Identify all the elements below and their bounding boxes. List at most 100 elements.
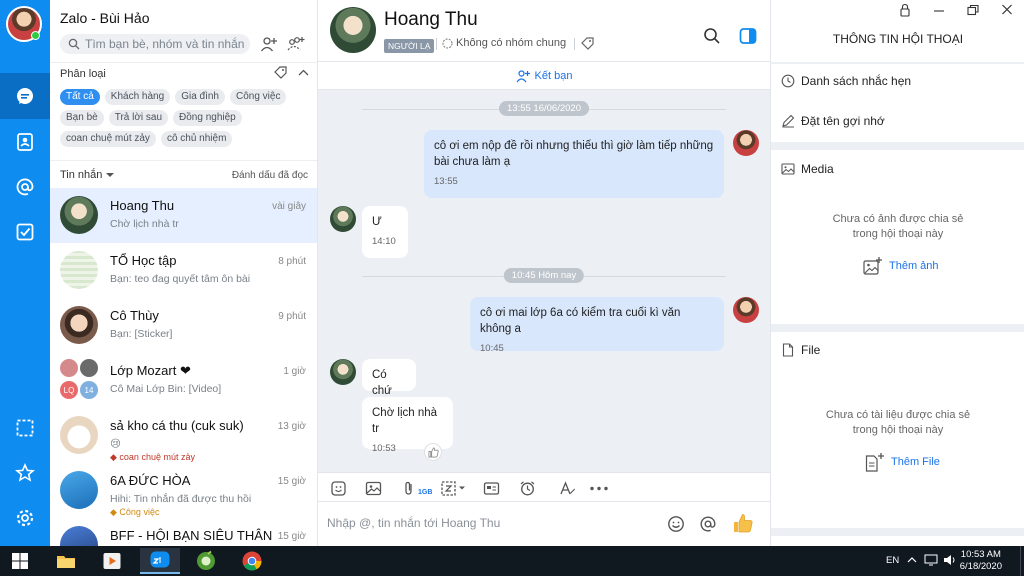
minimize-icon[interactable] [931,3,947,17]
add-friend-button[interactable] [258,33,280,55]
chevron-up-icon[interactable] [907,555,917,565]
lock-icon[interactable] [897,3,913,17]
message-bubble-incoming[interactable]: Ư 14:10 [362,206,408,258]
conversation-item[interactable]: LQ 14 Lớp Mozart ❤ 1 giờ Cô Mai Lớp Bin: [Vi… [50,353,317,408]
tag-filter-pill[interactable]: Tất cả [60,89,100,105]
send-image-button[interactable] [365,479,382,497]
emoji-icon[interactable] [666,514,686,534]
image-icon [781,163,795,175]
close-icon[interactable] [999,3,1015,17]
conversation-preview: Hihi: Tin nhắn đã được thu hồi [110,493,252,505]
message-input[interactable] [327,516,657,530]
quick-like-icon[interactable] [732,512,754,534]
conversation-time: 8 phút [278,256,306,267]
mention-icon[interactable] [698,514,718,534]
show-desktop-button[interactable] [1020,546,1024,576]
conversation-item[interactable]: BFF - HỘI BẠN SIÊU THÂN 15 giờ [50,518,317,546]
add-file-button[interactable]: Thêm File [865,452,940,472]
contact-avatar[interactable] [330,7,376,53]
conversation-item[interactable]: TỔ Học tập 8 phút Bạn: teo đag quyết tâm ô… [50,243,317,298]
media-player-taskbar-button[interactable] [92,548,132,574]
set-nickname-link[interactable]: Đặt tên gợi nhớ [781,114,885,128]
media-section: Media Chưa có ảnh được chia sẻ trong hội… [771,150,1024,324]
tag-filter-pill[interactable]: cô chủ nhiệm [160,131,233,147]
tag-filter-pill[interactable]: Bạn bè [60,110,104,126]
chrome-taskbar-button[interactable] [232,548,272,574]
common-groups-info[interactable]: Không có nhóm chung [442,37,566,49]
coccoc-taskbar-button[interactable] [186,548,226,574]
search-box[interactable] [60,34,250,54]
conversation-item[interactable]: Hoang Thu vài giây Chờ lịch nhà tr [50,188,317,243]
conversation-item[interactable]: Cô Thùy 9 phút Bạn: [Sticker] [50,298,317,353]
nav-favorites-button[interactable] [0,450,50,496]
conversation-item[interactable]: 6A ĐỨC HÒA 15 giờ Hihi: Tin nhắn đã được t… [50,463,317,518]
more-options-button[interactable] [589,479,609,497]
volume-icon[interactable] [943,554,957,566]
message-bubble-outgoing[interactable]: cô ơi em nộp đề rồi nhưng thiếu thì giờ … [424,130,724,198]
screenshot-tool-button[interactable] [440,479,466,497]
nav-mentions-button[interactable] [0,164,50,210]
conversation-name: Hoang Thu [110,198,175,213]
reminders-link[interactable]: Danh sách nhắc hẹn [781,74,911,88]
message-time: 13:55 [434,176,458,187]
messages-filter-dropdown[interactable]: Tin nhắn [60,169,115,181]
conversation-avatar [60,471,98,509]
search-input[interactable] [85,37,245,51]
restore-icon[interactable] [965,3,981,17]
tag-icon: ◆ [110,507,120,517]
mark-all-read-link[interactable]: Đánh dấu đã đọc [232,170,308,181]
my-avatar [733,297,759,323]
nav-screenshot-button[interactable] [0,405,50,451]
file-empty-text: Chưa có tài liệu được chia sẻ trong hội … [825,409,971,436]
conversation-time: 9 phút [278,311,306,322]
tag-filter-pill[interactable]: Đồng nghiệp [173,110,242,126]
search-icon[interactable] [702,26,722,46]
file-header[interactable]: File [781,343,820,357]
alarm-clock-icon [520,480,535,495]
toggle-info-panel-icon[interactable] [738,26,758,46]
conversation-preview: Chờ lịch nhà tr [110,218,179,230]
zalo-taskbar-button[interactable] [140,548,180,574]
contact-avatar-small[interactable] [330,206,356,232]
file-explorer-taskbar-button[interactable] [46,548,86,574]
nav-messages-button[interactable] [0,73,50,119]
system-clock[interactable]: 10:53 AM 6/18/2020 [960,549,1002,573]
add-friend-bar[interactable]: Kết bạn [318,62,770,90]
contact-avatar-small[interactable] [330,359,356,385]
tag-filter-pill[interactable]: Công việc [230,89,287,105]
message-bubble-incoming[interactable]: Chờ lịch nhà tr 10:53 [362,397,453,454]
attach-file-button[interactable]: 1GB [400,479,432,497]
media-header[interactable]: Media [781,162,834,176]
message-composer [318,502,770,546]
text-format-button[interactable] [559,479,576,497]
tag-filter-pill[interactable]: Gia đình [175,89,225,105]
tag-icon[interactable] [581,37,594,50]
network-icon[interactable] [924,554,938,566]
chevron-up-icon[interactable] [297,66,310,79]
conversation-name: 6A ĐỨC HÒA [110,473,191,488]
tag-filter-pill[interactable]: Trả lời sau [108,110,169,126]
business-card-button[interactable] [483,479,500,497]
nav-todo-button[interactable] [0,209,50,255]
nav-settings-button[interactable] [0,495,50,541]
message-bubble-outgoing[interactable]: cô ơi mai lớp 6a có kiểm tra cuối kì văn… [470,297,724,354]
message-time: 14:10 [372,236,396,247]
reminder-button[interactable] [519,479,536,497]
tag-settings-icon[interactable] [274,66,287,79]
language-indicator[interactable]: EN [886,555,899,566]
conversation-info-panel: THÔNG TIN HỘI THOẠI Danh sách nhắc hẹn Đ… [770,0,1024,546]
add-photo-button[interactable]: Thêm ảnh [863,256,939,276]
start-button[interactable] [0,548,40,574]
chat-bubble-icon [17,88,33,104]
react-button[interactable] [424,443,442,461]
nav-contacts-button[interactable] [0,119,50,165]
sticker-button[interactable] [330,479,347,497]
create-group-button[interactable] [285,33,307,55]
add-file-icon [865,453,884,472]
conversation-item[interactable]: sả kho cá thu (cuk suk) 13 giờ 😢 ◆ coan chu… [50,408,317,463]
tag-filter-pill[interactable]: coan chuệ mút zảy [60,131,156,147]
conversation-time: 15 giờ [277,476,306,487]
group-avatar: LQ 14 [60,359,100,401]
message-bubble-incoming[interactable]: Có chứ [362,359,416,397]
tag-filter-pill[interactable]: Khách hàng [104,89,171,105]
